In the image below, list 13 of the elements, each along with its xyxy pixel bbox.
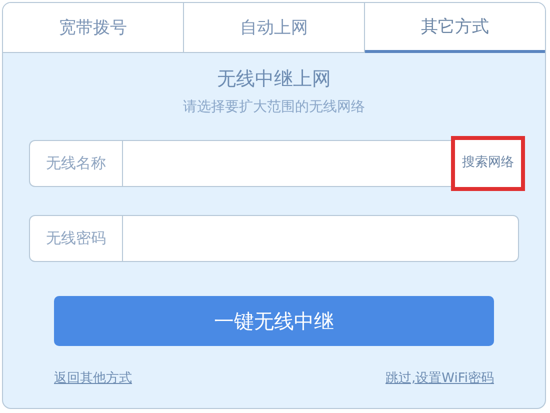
search-network-link[interactable]: 搜索网络	[451, 136, 525, 191]
tab[interactable]: 自动上网	[184, 3, 365, 53]
field-label: 无线名称	[30, 141, 123, 186]
field-label: 无线密码	[30, 216, 123, 261]
page-subtitle: 请选择要扩大范围的无线网络	[183, 98, 365, 116]
input-field[interactable]: 无线名称	[29, 140, 451, 187]
repeat-button[interactable]: 一键无线中继	[54, 296, 494, 346]
text-link[interactable]: 跳过,设置WiFi密码	[386, 369, 494, 387]
input-field[interactable]: 无线密码	[29, 215, 519, 262]
tab[interactable]: 其它方式	[365, 3, 545, 53]
text-link[interactable]: 返回其他方式	[54, 369, 132, 387]
page-title: 无线中继上网	[217, 67, 331, 92]
tab[interactable]: 宽带拨号	[3, 3, 184, 53]
